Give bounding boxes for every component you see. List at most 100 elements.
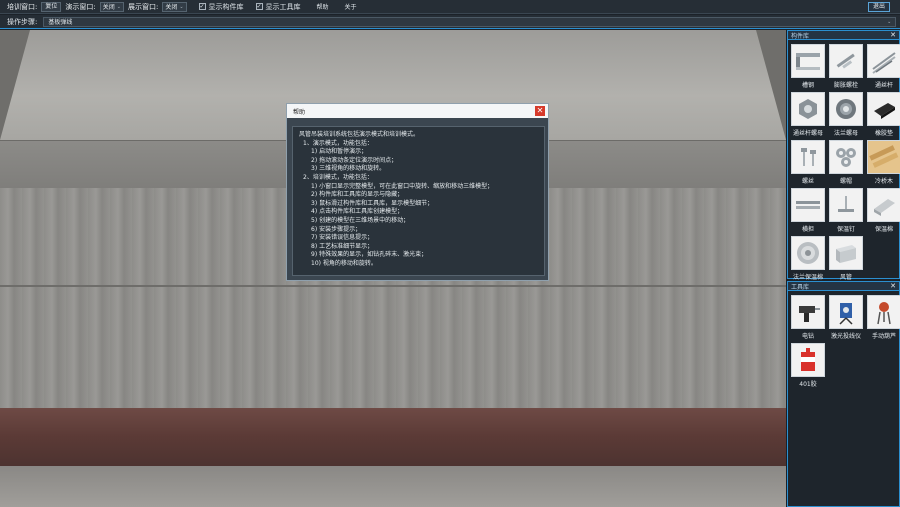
help-dialog-title: 帮助 [293,108,306,116]
help-dialog-titlebar: 帮助 ✕ [287,104,548,118]
tool-library-title: 工具库 [791,283,810,291]
help-line: 3) 三维视角的移动和旋转。 [311,165,386,173]
air-duct-icon [829,236,863,270]
component-list: 槽钢 膨胀螺栓 通丝杆 通丝杆螺母 法兰螺母 橡胶垫 螺丝 螺帽 冷桥木 横担 … [788,40,900,283]
nut-icon [829,140,863,174]
component-item[interactable]: 保温钉 [829,188,863,233]
component-label: 橡胶垫 [874,130,893,137]
tool-item[interactable]: 401胶 [791,343,825,388]
help-line: 2、培训模式，功能包括： [303,173,373,181]
tool-label: 激光投线仪 [830,333,861,340]
component-item[interactable]: 风管 [829,236,863,281]
component-item[interactable]: 螺帽 [829,140,863,185]
component-item[interactable]: 法兰保温棉 [791,236,825,281]
help-line: 2) 构件库和工具库的显示与隐藏； [311,191,404,199]
tool-library-header: 工具库 ✕ [788,282,899,291]
display-window-select[interactable]: 关闭 ⌄ [162,1,187,12]
component-item[interactable]: 膨胀螺栓 [829,44,863,89]
reset-button[interactable]: 复位 [41,1,62,12]
demo-window-value: 关闭 [102,4,115,11]
exit-button[interactable]: 退出 [867,2,890,12]
component-item[interactable]: 法兰螺母 [829,92,863,137]
help-line: 10) 视角的移动和旋转。 [311,259,377,267]
help-line: 6) 安装步骤提示； [311,225,362,233]
show-component-lib-toggle[interactable]: ✓ 显示构件库 [198,2,244,12]
tool-item[interactable]: 电钻 [791,295,825,340]
crossarm-icon [791,188,825,222]
show-component-lib-label: 显示构件库 [208,2,244,11]
rod-nut-icon [791,92,825,126]
help-dialog: 帮助 ✕ 风管吊装培训系统包括演示模式和培训模式。 1、演示模式，功能包括： 1… [286,103,549,281]
close-icon[interactable]: ✕ [890,31,896,39]
rubber-pad-icon [867,92,900,126]
about-menu[interactable]: 关于 [345,2,357,11]
operation-step-value: 基板弹线 [48,19,73,26]
operation-step-bar: 操作步骤: 基板弹线 ⌄ [0,15,900,29]
flange-nut-icon [829,92,863,126]
tool-label: 401胶 [799,381,817,388]
chevron-down-icon: ⌄ [887,18,892,25]
close-icon[interactable]: ✕ [890,282,896,290]
tool-item[interactable]: 激光投线仪 [829,295,863,340]
threaded-rod-icon [867,44,900,78]
component-item[interactable]: 螺丝 [791,140,825,185]
component-item[interactable]: 橡胶垫 [867,92,900,137]
channel-steel-icon [791,44,825,78]
component-item[interactable]: 槽钢 [791,44,825,89]
help-menu[interactable]: 帮助 [317,2,329,11]
close-icon[interactable]: ✕ [535,106,545,116]
help-line: 5) 创建的模型在三维场景中的移动； [311,216,410,224]
component-item[interactable]: 保温棉 [867,188,900,233]
help-line: 4) 点击构件库和工具库创建模型； [311,208,404,216]
operation-step-label: 操作步骤: [7,17,38,26]
tool-label: 手动葫芦 [871,333,896,340]
component-library-panel: 构件库 ✕ 槽钢 膨胀螺栓 通丝杆 通丝杆螺母 法兰螺母 橡胶垫 螺丝 螺帽 冷… [787,30,900,281]
help-line: 7) 安装错误信息提示； [311,234,374,242]
checkbox-checked-icon[interactable]: ✓ [255,3,263,10]
help-line: 9) 特殊效果的显示，如钻孔碎末、激光束； [311,251,428,259]
help-dialog-content: 风管吊装培训系统包括演示模式和培训模式。 1、演示模式，功能包括： 1) 启动和… [292,126,545,276]
glue-401-icon [791,343,825,377]
component-item[interactable]: 通丝杆螺母 [791,92,825,137]
component-label: 法兰保温棉 [792,274,823,281]
scene-wall-stripe [0,408,786,466]
laser-level-icon [829,295,863,329]
tool-list: 电钻 激光投线仪 手动葫芦 401胶 [788,291,900,390]
component-label: 保温棉 [874,226,893,233]
cold-bridge-wood-icon [867,140,900,174]
chain-hoist-icon [867,295,900,329]
display-window-value: 关闭 [165,4,178,11]
component-library-header: 构件库 ✕ [788,31,899,40]
show-tool-lib-toggle[interactable]: ✓ 显示工具库 [255,2,301,12]
component-label: 槽钢 [801,82,814,89]
component-label: 保温钉 [836,226,855,233]
component-library-title: 构件库 [791,32,810,40]
component-label: 螺丝 [801,178,814,185]
component-label: 法兰螺母 [833,130,858,137]
component-label: 冷桥木 [874,178,893,185]
demo-window-select[interactable]: 关闭 ⌄ [99,1,124,12]
scene-floor [0,466,786,507]
tool-label: 电钻 [801,333,814,340]
electric-drill-icon [791,295,825,329]
operation-step-select[interactable]: 基板弹线 ⌄ [43,16,897,27]
screw-icon [791,140,825,174]
show-tool-lib-label: 显示工具库 [265,2,301,11]
component-item[interactable]: 通丝杆 [867,44,900,89]
checkbox-checked-icon[interactable]: ✓ [198,3,206,10]
component-label: 螺帽 [839,178,852,185]
flange-insulation-icon [791,236,825,270]
component-item[interactable]: 横担 [791,188,825,233]
training-window-label: 培训窗口: [7,2,38,11]
chevron-down-icon: ⌄ [179,3,184,10]
component-label: 通丝杆螺母 [792,130,823,137]
help-line: 1) 启动和暂停演示； [311,148,368,156]
tool-item[interactable]: 手动葫芦 [867,295,900,340]
component-label: 横担 [801,226,814,233]
display-window-label: 展示窗口: [127,2,159,11]
top-toolbar: 培训窗口: 复位 演示窗口: 关闭 ⌄ 展示窗口: 关闭 ⌄ ✓ 显示构件库 ✓… [0,0,900,14]
insulation-pin-icon [829,188,863,222]
help-line: 1) 小窗口显示完整模型，可在此窗口中旋转、缩放和移动三维模型； [311,182,494,190]
insulation-cotton-icon [867,188,900,222]
component-item[interactable]: 冷桥木 [867,140,900,185]
